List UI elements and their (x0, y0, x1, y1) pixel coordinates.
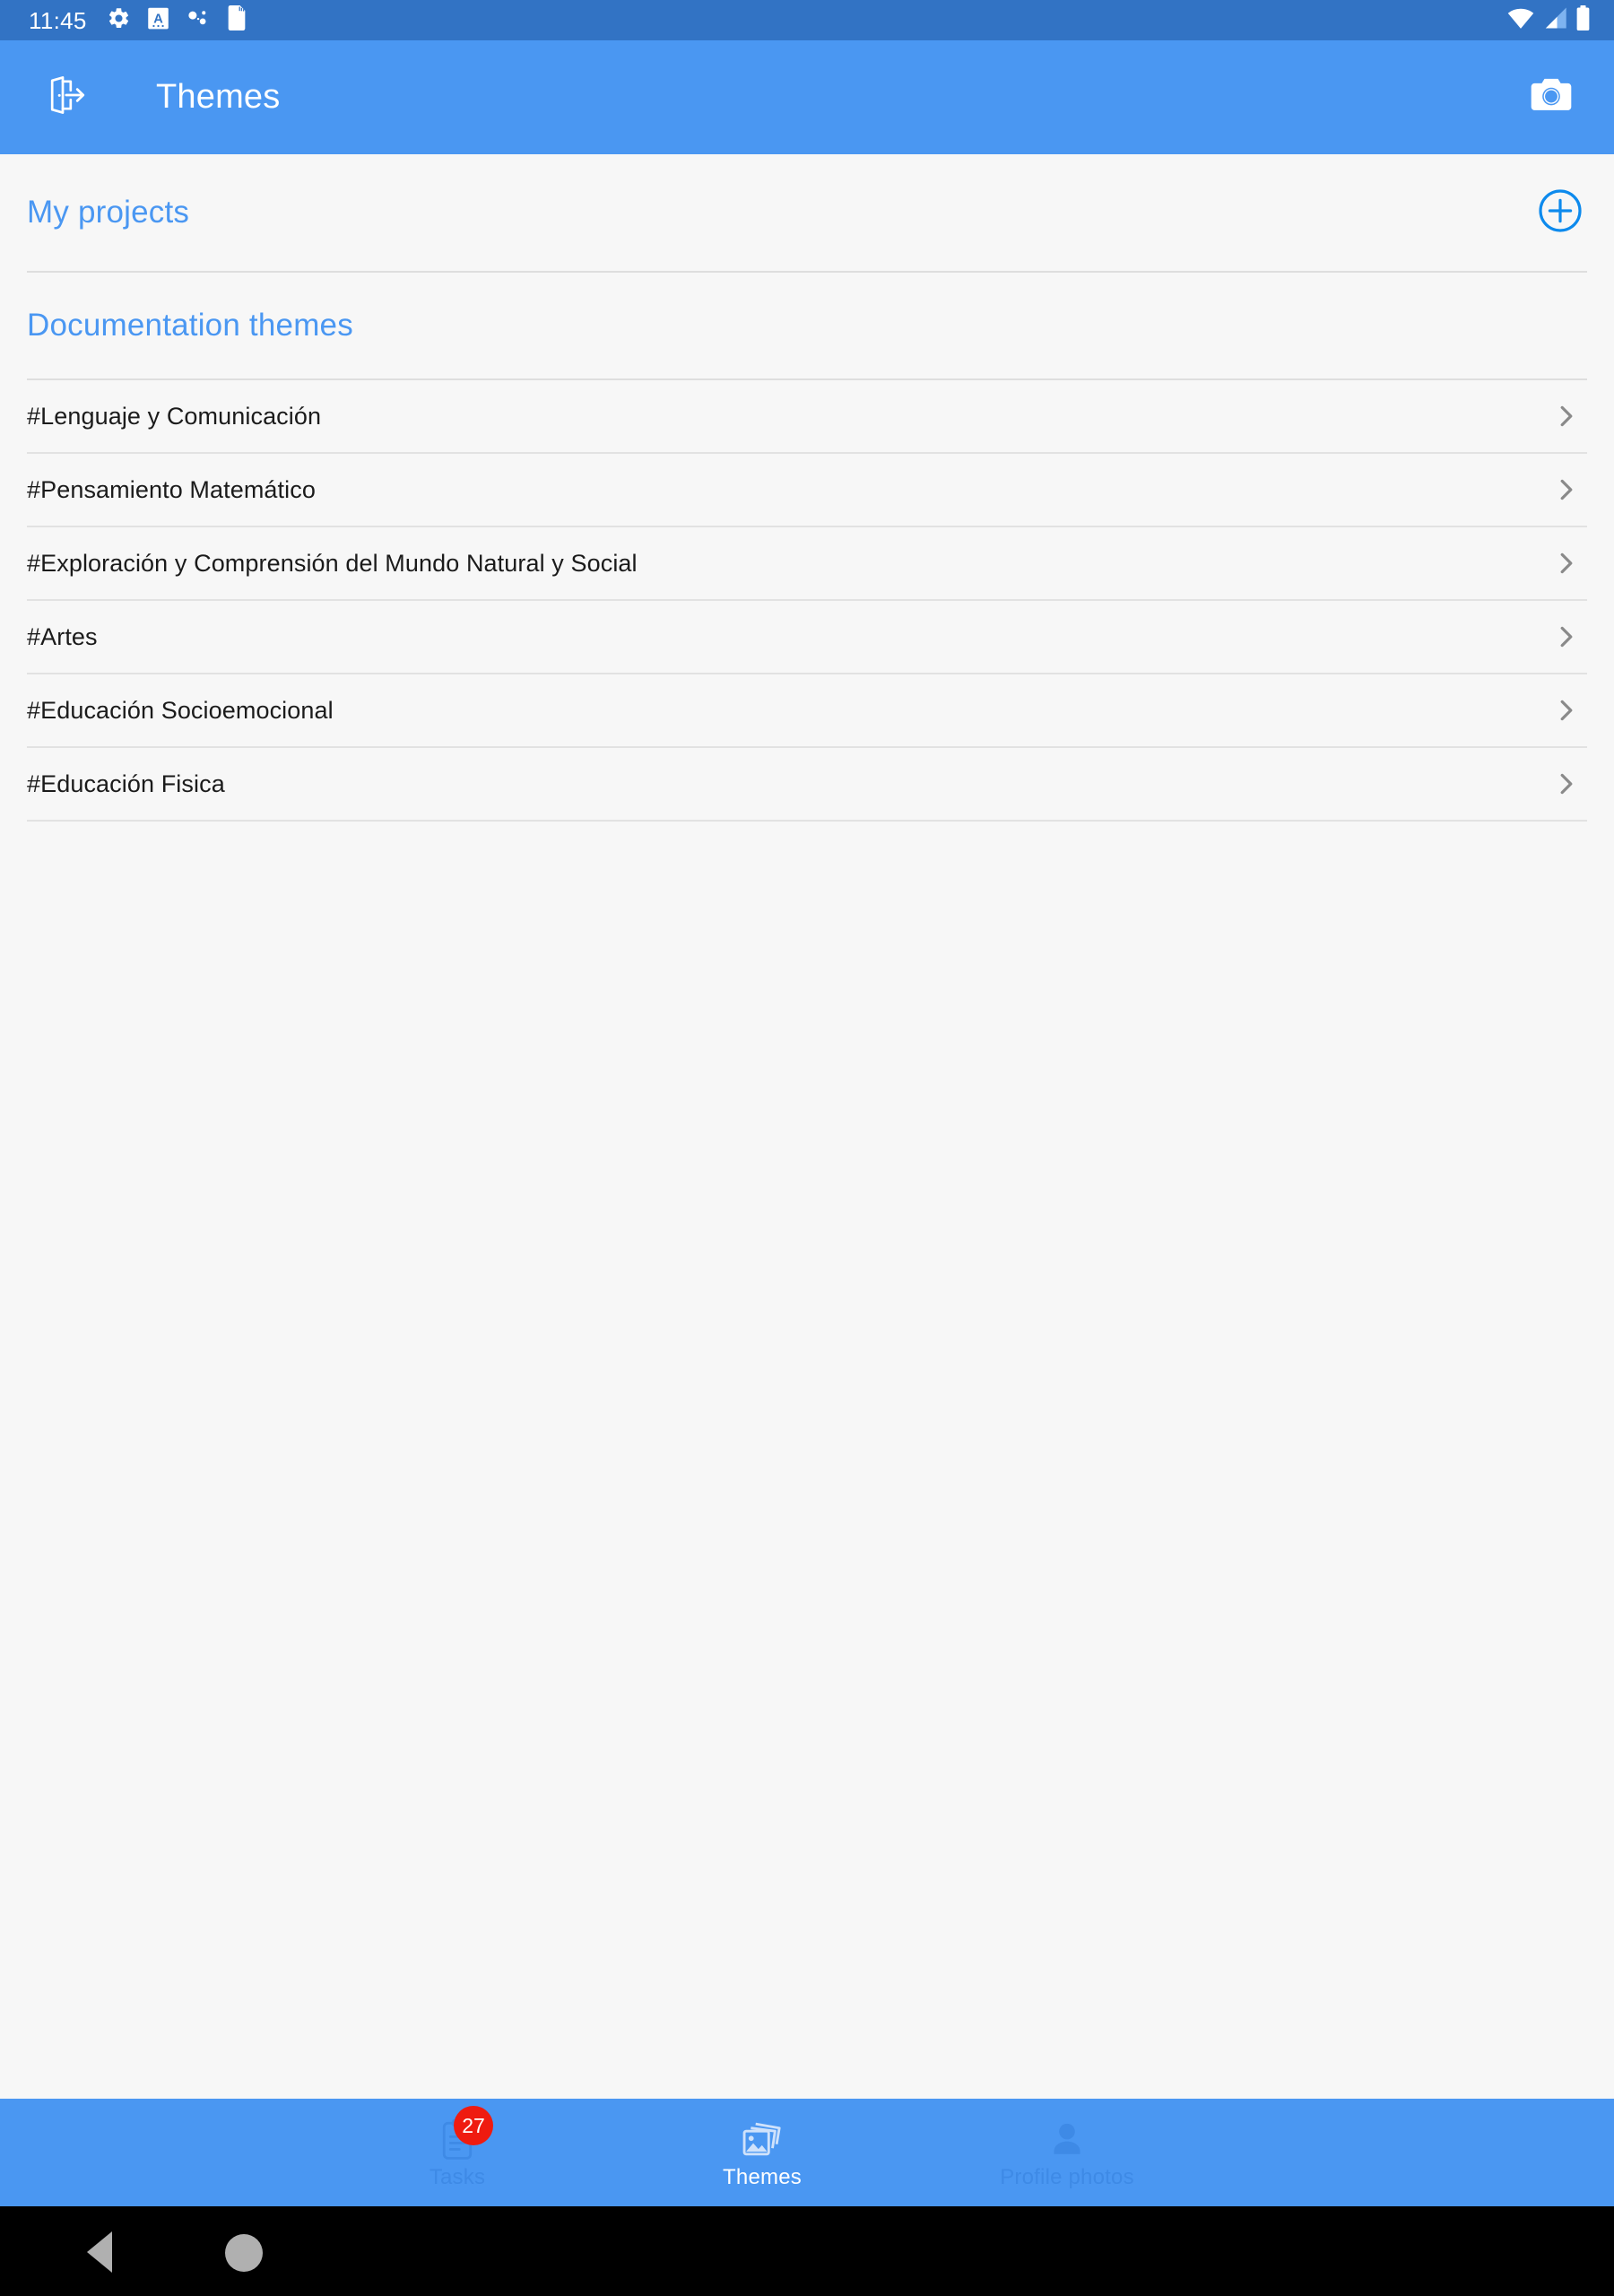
chevron-right-icon[interactable] (1548, 544, 1585, 582)
tab-tasks[interactable]: 27 Tasks (305, 2099, 610, 2206)
phone-screen: 11:45 A Themes My projects Documentation… (0, 0, 1614, 2296)
list-item[interactable]: #Educación Socioemocional (0, 674, 1614, 746)
status-bar-left-icons: A (107, 5, 247, 35)
gear-icon (107, 6, 131, 35)
content-area: My projects Documentation themes #Lengua… (0, 154, 1614, 2099)
documentation-themes-section-header: Documentation themes (0, 273, 1614, 378)
app-bar: Themes (0, 40, 1614, 154)
my-projects-section-header: My projects (0, 154, 1614, 271)
list-item-label: #Exploración y Comprensión del Mundo Nat… (27, 549, 638, 577)
photos-icon (737, 2117, 787, 2161)
list-item-label: #Educación Fisica (27, 770, 225, 797)
list-item-label: #Lenguaje y Comunicación (27, 402, 322, 430)
android-status-bar: 11:45 A (0, 0, 1614, 40)
svg-text:A: A (153, 12, 163, 26)
list-item[interactable]: #Lenguaje y Comunicación (0, 380, 1614, 452)
page-title: Themes (156, 78, 281, 116)
bottom-nav-spacer (0, 2099, 305, 2206)
list-item-label: #Artes (27, 622, 98, 650)
list-item[interactable]: #Educación Fisica (0, 748, 1614, 820)
clipboard-icon: 27 (432, 2106, 493, 2161)
back-triangle-icon (87, 2231, 112, 2273)
list-item[interactable]: #Exploración y Comprensión del Mundo Nat… (0, 527, 1614, 599)
status-clock: 11:45 (29, 6, 87, 34)
chevron-right-icon[interactable] (1548, 471, 1585, 509)
my-projects-title: My projects (27, 195, 190, 230)
tab-profile-photos-label: Profile photos (1000, 2165, 1134, 2189)
exit-door-button[interactable] (34, 65, 100, 131)
android-a-icon: A (147, 6, 169, 35)
list-item-label: #Pensamiento Matemático (27, 475, 316, 503)
person-icon (1042, 2117, 1092, 2161)
sd-card-icon (226, 5, 247, 35)
status-bar-right-icons (1507, 5, 1591, 35)
tasks-badge: 27 (454, 2106, 493, 2145)
battery-icon (1575, 5, 1591, 35)
chevron-right-icon[interactable] (1548, 397, 1585, 435)
wifi-icon (1507, 6, 1534, 34)
back-button[interactable] (70, 2230, 129, 2274)
chevron-right-icon[interactable] (1548, 765, 1585, 803)
list-item[interactable]: #Pensamiento Matemático (0, 454, 1614, 526)
cellular-signal-icon (1542, 6, 1567, 34)
bluetooth-dots-icon (186, 6, 210, 35)
tab-themes-label: Themes (723, 2165, 802, 2189)
camera-icon (1529, 75, 1574, 119)
chevron-right-icon[interactable] (1548, 618, 1585, 656)
exit-door-icon (44, 72, 91, 123)
list-divider (27, 820, 1587, 822)
chevron-right-icon[interactable] (1548, 691, 1585, 729)
home-button[interactable] (224, 2233, 264, 2273)
tab-profile-photos[interactable]: Profile photos (915, 2099, 1219, 2206)
themes-list: #Lenguaje y Comunicación #Pensamiento Ma… (0, 380, 1614, 822)
android-navigation-bar (0, 2206, 1614, 2296)
list-item-label: #Educación Socioemocional (27, 696, 334, 724)
home-circle-icon (225, 2234, 263, 2272)
add-project-button[interactable] (1535, 187, 1585, 238)
documentation-themes-title: Documentation themes (27, 308, 353, 343)
camera-button[interactable] (1515, 62, 1587, 134)
plus-circle-icon (1537, 187, 1584, 239)
tab-themes[interactable]: Themes (610, 2099, 915, 2206)
bottom-navigation: 27 Tasks Themes Profile photos (0, 2099, 1614, 2206)
tab-tasks-label: Tasks (429, 2165, 486, 2189)
list-item[interactable]: #Artes (0, 601, 1614, 673)
